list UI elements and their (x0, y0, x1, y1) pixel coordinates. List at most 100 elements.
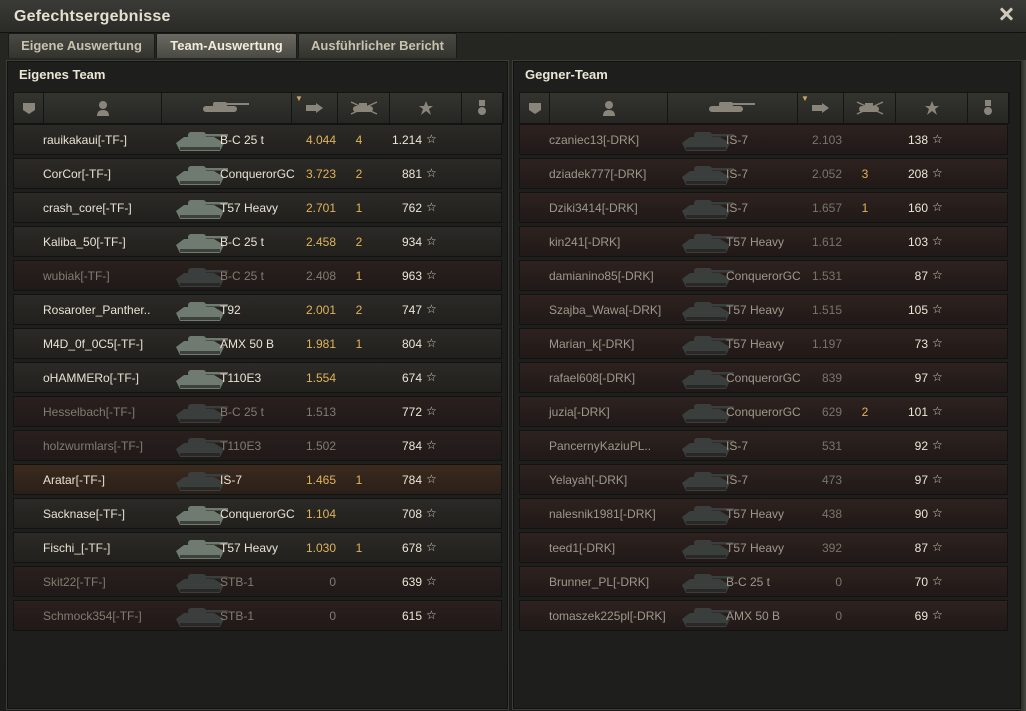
damage-value: 1.465 (305, 473, 336, 487)
column-header-kills[interactable] (844, 93, 896, 123)
player-row[interactable]: rauikakaui[-TF-] B-C 25 t 4.044 4 1.214 ☆ (13, 124, 502, 155)
column-header-xp-star[interactable] (390, 93, 462, 123)
player-row[interactable]: CorCor[-TF-] ConquerorGC 3.723 2 881 ☆ (13, 158, 502, 189)
xp-value: 678 (401, 541, 422, 555)
column-header-player[interactable] (44, 93, 162, 123)
column-header-medal[interactable] (462, 93, 503, 123)
damage-value: 2.458 (305, 235, 336, 249)
damage-value: 1.515 (811, 303, 842, 317)
player-row[interactable]: Hesselbach[-TF-] B-C 25 t 1.513 772 ☆ (13, 396, 502, 427)
player-row[interactable]: Aratar[-TF-] IS-7 1.465 1 784 ☆ (13, 464, 502, 495)
player-row[interactable]: czaniec13[-DRK] IS-7 2.103 138 ☆ (519, 124, 1008, 155)
player-row[interactable]: Brunner_PL[-DRK] B-C 25 t 0 70 ☆ (519, 566, 1008, 597)
player-row[interactable]: rafael608[-DRK] ConquerorGC 839 97 ☆ (519, 362, 1008, 393)
player-name: rauikakaui[-TF-] (43, 133, 128, 147)
xp-value: 73 (914, 337, 928, 351)
player-row[interactable]: Yelayah[-DRK] IS-7 473 97 ☆ (519, 464, 1008, 495)
player-row[interactable]: PancernyKaziuPL.. IS-7 531 92 ☆ (519, 430, 1008, 461)
player-row[interactable]: dziadek777[-DRK] IS-7 2.052 3 208 ☆ (519, 158, 1008, 189)
player-row[interactable]: juzia[-DRK] ConquerorGC 629 2 101 ☆ (519, 396, 1008, 427)
damage-value: 1.554 (305, 371, 336, 385)
damage-value: 1.981 (305, 337, 336, 351)
damage-value: 1.197 (811, 337, 842, 351)
player-row[interactable]: nalesnik1981[-DRK] T57 Heavy 438 90 ☆ (519, 498, 1008, 529)
star-icon: ☆ (932, 268, 943, 282)
damage-value: 1.104 (305, 507, 336, 521)
player-name: Aratar[-TF-] (43, 473, 105, 487)
column-header-damage[interactable]: ▼ (798, 93, 844, 123)
damage-value: 0 (329, 575, 336, 589)
vehicle-name: IS-7 (220, 473, 243, 487)
kills-value: 1 (355, 269, 363, 283)
column-header-xp-star[interactable] (896, 93, 968, 123)
damage-value: 1.030 (305, 541, 336, 555)
player-row[interactable]: Dziki3414[-DRK] IS-7 1.657 1 160 ☆ (519, 192, 1008, 223)
column-header-kills[interactable] (338, 93, 390, 123)
player-name: Skit22[-TF-] (43, 575, 106, 589)
column-header-damage[interactable]: ▼ (292, 93, 338, 123)
damage-value: 4.044 (305, 133, 336, 147)
player-name: holzwurmlars[-TF-] (43, 439, 144, 453)
close-icon[interactable] (998, 6, 1014, 22)
player-name: wubiak[-TF-] (43, 269, 110, 283)
player-row[interactable]: Skit22[-TF-] STB-1 0 639 ☆ (13, 566, 502, 597)
vehicle-name: ConquerorGC (220, 507, 295, 521)
star-icon: ☆ (932, 472, 943, 486)
xp-value: 784 (401, 473, 422, 487)
player-row[interactable]: Szajba_Wawa[-DRK] T57 Heavy 1.515 105 ☆ (519, 294, 1008, 325)
player-row[interactable]: holzwurmlars[-TF-] T110E3 1.502 784 ☆ (13, 430, 502, 461)
player-row[interactable]: Fischi_[-TF-] T57 Heavy 1.030 1 678 ☆ (13, 532, 502, 563)
player-row[interactable]: Marian_k[-DRK] T57 Heavy 1.197 73 ☆ (519, 328, 1008, 359)
star-icon: ☆ (932, 336, 943, 350)
vehicle-name: IS-7 (726, 201, 749, 215)
vehicle-name: B-C 25 t (220, 133, 265, 147)
star-icon: ☆ (426, 200, 437, 214)
vehicle-name: AMX 50 B (726, 609, 781, 623)
player-name: crash_core[-TF-] (43, 201, 132, 215)
star-icon: ☆ (426, 336, 437, 350)
kills-value: 2 (355, 303, 363, 317)
vehicle-name: T57 Heavy (726, 235, 785, 249)
vehicle-name: IS-7 (726, 167, 749, 181)
vehicle-name: B-C 25 t (220, 405, 265, 419)
damage-value: 1.657 (811, 201, 842, 215)
player-row[interactable]: kin241[-DRK] T57 Heavy 1.612 103 ☆ (519, 226, 1008, 257)
column-header-player[interactable] (550, 93, 668, 123)
tab-ausfuehrlicher-bericht[interactable]: Ausführlicher Bericht (298, 33, 457, 58)
vehicle-name: AMX 50 B (220, 337, 275, 351)
player-row[interactable]: Rosaroter_Panther.. T92 2.001 2 747 ☆ (13, 294, 502, 325)
player-row[interactable]: crash_core[-TF-] T57 Heavy 2.701 1 762 ☆ (13, 192, 502, 223)
tab-eigene-auswertung[interactable]: Eigene Auswertung (8, 33, 155, 58)
player-row[interactable]: Kaliba_50[-TF-] B-C 25 t 2.458 2 934 ☆ (13, 226, 502, 257)
battle-results-window: Gefechtsergebnisse Eigene Auswertung Tea… (0, 0, 1026, 711)
column-header-medal[interactable] (968, 93, 1009, 123)
vehicle-name: T57 Heavy (220, 541, 279, 555)
star-icon: ☆ (426, 370, 437, 384)
vehicle-name: T92 (220, 303, 241, 317)
player-row[interactable]: oHAMMERo[-TF-] T110E3 1.554 674 ☆ (13, 362, 502, 393)
star-icon: ☆ (932, 540, 943, 554)
player-name: Dziki3414[-DRK] (549, 201, 638, 215)
player-name: oHAMMERo[-TF-] (43, 371, 139, 385)
column-header-squad[interactable] (520, 93, 550, 123)
tab-team-auswertung[interactable]: Team-Auswertung (156, 33, 297, 58)
star-icon: ☆ (932, 574, 943, 588)
player-row[interactable]: wubiak[-TF-] B-C 25 t 2.408 1 963 ☆ (13, 260, 502, 291)
vehicle-name: IS-7 (726, 439, 749, 453)
vehicle-name: STB-1 (220, 575, 255, 589)
player-row[interactable]: tomaszek225pl[-DRK] AMX 50 B 0 69 ☆ (519, 600, 1008, 631)
player-name: Schmock354[-TF-] (43, 609, 142, 623)
star-icon: ☆ (932, 438, 943, 452)
damage-value: 629 (821, 405, 842, 419)
xp-value: 784 (401, 439, 422, 453)
xp-value: 69 (914, 609, 928, 623)
player-row[interactable]: Schmock354[-TF-] STB-1 0 615 ☆ (13, 600, 502, 631)
column-header-tank[interactable] (668, 93, 798, 123)
player-row[interactable]: M4D_0f_0C5[-TF-] AMX 50 B 1.981 1 804 ☆ (13, 328, 502, 359)
player-row[interactable]: Sacknase[-TF-] ConquerorGC 1.104 708 ☆ (13, 498, 502, 529)
column-header-tank[interactable] (162, 93, 292, 123)
column-header-squad[interactable] (14, 93, 44, 123)
star-icon: ☆ (426, 132, 437, 146)
player-row[interactable]: damianino85[-DRK] ConquerorGC 1.531 87 ☆ (519, 260, 1008, 291)
player-row[interactable]: teed1[-DRK] T57 Heavy 392 87 ☆ (519, 532, 1008, 563)
